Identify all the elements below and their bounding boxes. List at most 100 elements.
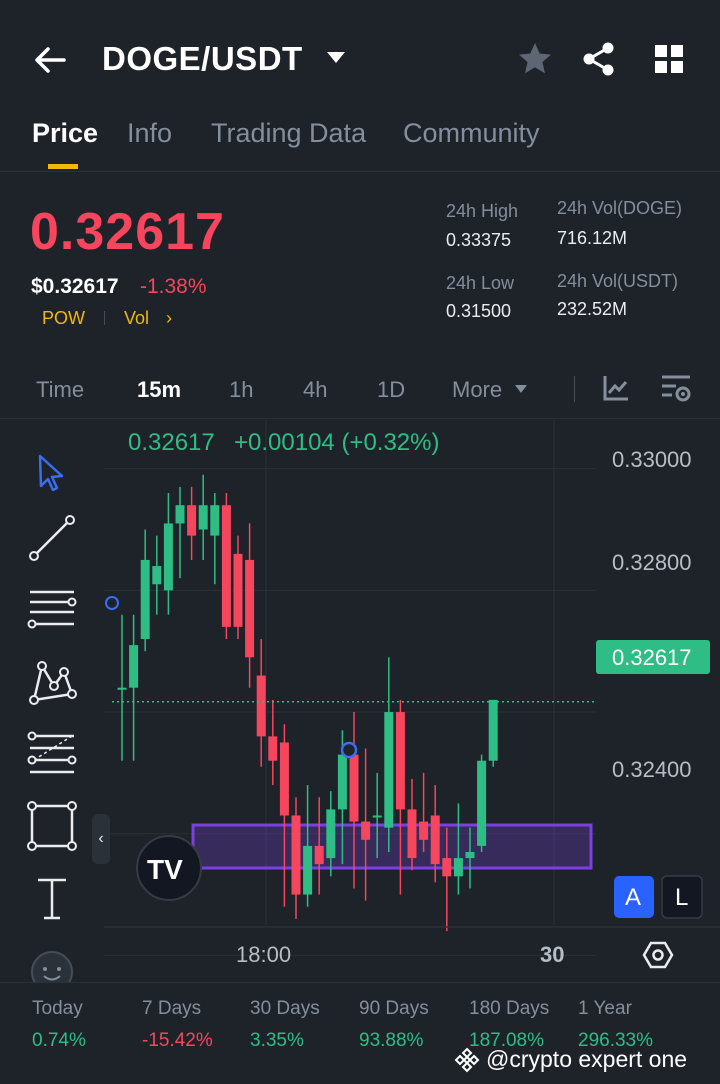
candle-body xyxy=(372,815,382,818)
tab-trading-data[interactable]: Trading Data xyxy=(211,118,366,149)
candle-body xyxy=(152,566,162,585)
tab-price[interactable]: Price xyxy=(32,118,98,149)
y-tick-label: 0.33000 xyxy=(612,447,692,472)
last-price: 0.32617 xyxy=(30,203,225,261)
text-tool-icon[interactable] xyxy=(24,870,80,926)
candle-body xyxy=(337,754,347,810)
candle-body xyxy=(326,809,336,859)
candle-body xyxy=(419,821,429,840)
performance-period-label: 180 Days xyxy=(469,998,550,1019)
hexagon-settings-icon[interactable] xyxy=(642,941,674,969)
star-icon[interactable] xyxy=(516,40,554,78)
candle xyxy=(152,535,162,615)
cursor-icon[interactable] xyxy=(24,446,80,502)
chevron-right-icon[interactable]: › xyxy=(166,308,172,329)
tag-vol[interactable]: Vol xyxy=(124,308,149,329)
candle-body xyxy=(198,505,208,530)
timeframe-4h[interactable]: 4h xyxy=(303,377,327,403)
stat-24h-low-value: 0.31500 xyxy=(446,301,512,321)
candle xyxy=(488,699,498,767)
stat-24h-vol-usdt-label: 24h Vol(USDT) xyxy=(557,271,679,291)
candle-body xyxy=(395,712,405,810)
candle xyxy=(129,614,139,761)
caret-down-icon[interactable] xyxy=(514,382,528,394)
performance-period-value: -15.42% xyxy=(142,1030,213,1051)
rectangle-icon[interactable] xyxy=(24,798,80,854)
candle xyxy=(210,493,220,585)
chart-info-price: 0.32617 xyxy=(128,429,215,456)
candle xyxy=(407,778,417,871)
candle-body xyxy=(407,809,417,859)
indicator-chart-icon[interactable] xyxy=(602,374,630,402)
horizontal-lines-icon[interactable] xyxy=(24,582,80,638)
share-icon[interactable] xyxy=(580,40,618,78)
anchor-point[interactable] xyxy=(105,596,119,610)
candle xyxy=(291,797,301,919)
candle-body xyxy=(361,821,371,840)
timeframe-15m[interactable]: 15m xyxy=(137,377,181,403)
candle-body xyxy=(477,760,487,846)
trend-line-icon[interactable] xyxy=(24,510,80,566)
candle xyxy=(175,486,185,579)
candle-body xyxy=(175,505,185,524)
anchor-point[interactable] xyxy=(340,741,358,759)
candle xyxy=(117,614,127,761)
divider xyxy=(0,982,720,983)
tradingview-logo-text: TV xyxy=(147,854,183,885)
candle-body xyxy=(488,699,498,761)
stat-24h-vol-doge-value: 716.12M xyxy=(557,228,628,248)
log-scale-button[interactable]: L xyxy=(661,875,703,919)
performance-period-label: 90 Days xyxy=(359,998,429,1019)
grid-menu-icon[interactable] xyxy=(652,42,686,76)
candlestick-chart[interactable]: 0.33000 0.32800 0.32400 0.32617 0.32617 … xyxy=(0,420,720,980)
timeframe-1h[interactable]: 1h xyxy=(229,377,253,403)
timeframe-more[interactable]: More xyxy=(452,377,502,403)
candle xyxy=(384,657,394,852)
watermark-text: @crypto expert one xyxy=(486,1046,688,1072)
candle-body xyxy=(256,675,266,737)
candle xyxy=(163,493,173,615)
support-zone-box[interactable] xyxy=(191,823,593,870)
auto-scale-button[interactable]: A xyxy=(614,876,654,918)
candle xyxy=(221,493,231,640)
stat-24h-vol-usdt-value: 232.52M xyxy=(557,299,628,319)
back-arrow-icon[interactable] xyxy=(30,40,70,80)
fib-retracement-icon[interactable] xyxy=(24,726,80,782)
candle-body xyxy=(430,815,440,865)
stat-24h-high-value: 0.33375 xyxy=(446,230,512,250)
performance-period-label: 1 Year xyxy=(578,998,632,1019)
performance-period-label: 30 Days xyxy=(250,998,320,1019)
x-tick-label: 30 xyxy=(540,942,564,967)
pattern-icon[interactable] xyxy=(24,652,80,708)
candle xyxy=(256,639,266,767)
y-tick-label: 0.32800 xyxy=(612,550,692,575)
candle xyxy=(361,748,371,901)
drawing-tools-panel xyxy=(0,420,104,982)
chart-settings-icon[interactable] xyxy=(660,374,692,404)
chart-info-change: +0.00104 (+0.32%) xyxy=(234,429,440,456)
tag-pow[interactable]: POW xyxy=(42,308,85,329)
candle-body xyxy=(349,754,359,822)
candle-body xyxy=(245,559,255,658)
candle-body xyxy=(279,742,289,816)
candle-body xyxy=(117,687,127,690)
x-tick-label: 18:00 xyxy=(236,942,291,967)
current-price-tag: 0.32617 xyxy=(596,640,710,674)
candle-body xyxy=(187,505,197,536)
divider xyxy=(0,171,720,172)
tab-info[interactable]: Info xyxy=(127,118,172,149)
candle-body xyxy=(384,712,394,828)
pair-title[interactable]: DOGE/USDT xyxy=(102,40,303,78)
timeframe-1d[interactable]: 1D xyxy=(377,377,405,403)
change-percent: -1.38% xyxy=(140,275,207,298)
candle xyxy=(140,529,150,652)
divider xyxy=(0,418,720,419)
candle xyxy=(187,486,197,560)
performance-period-label: Today xyxy=(32,998,83,1019)
emoji-icon[interactable] xyxy=(24,942,80,982)
caret-down-icon[interactable] xyxy=(326,50,346,66)
timeframe-time[interactable]: Time xyxy=(36,377,84,403)
auto-scale-label: A xyxy=(625,884,641,911)
tab-community[interactable]: Community xyxy=(403,118,540,149)
collapse-toolbar-button[interactable]: ‹ xyxy=(92,814,110,864)
